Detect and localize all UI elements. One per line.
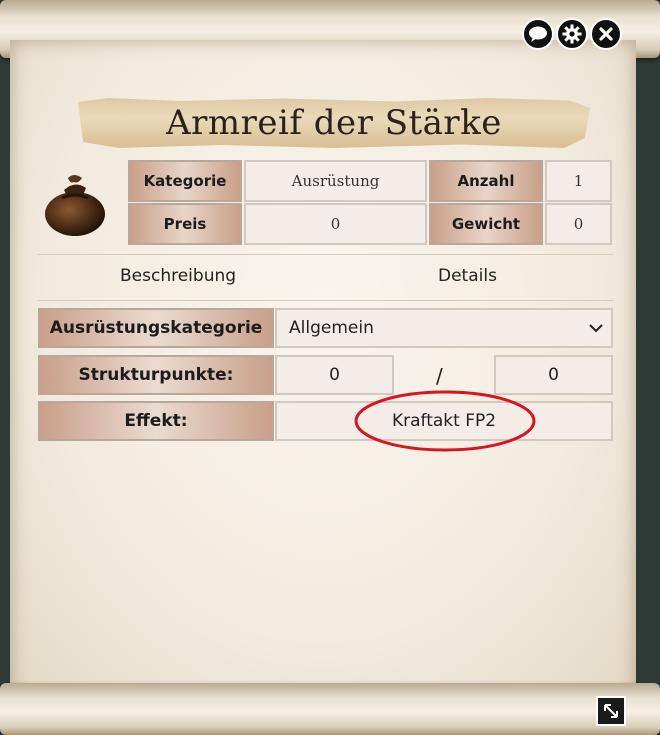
gear-icon (562, 24, 582, 44)
speech-bubble-icon (529, 26, 547, 42)
ausruestungskategorie-select[interactable]: Allgemein (275, 308, 613, 348)
chat-button[interactable] (522, 18, 554, 50)
divider (38, 254, 614, 255)
preis-value[interactable]: 0 (244, 203, 427, 245)
select-value: Allgemein (289, 318, 374, 338)
highlight-ellipse (354, 390, 536, 452)
resize-arrows-icon (604, 704, 618, 718)
anzahl-value[interactable]: 1 (545, 160, 612, 202)
chevron-down-icon (589, 324, 603, 333)
gewicht-value[interactable]: 0 (545, 203, 612, 245)
scroll-bottom-roll (0, 683, 660, 735)
pouch-icon[interactable] (40, 170, 110, 240)
tab-details[interactable]: Details (438, 266, 497, 286)
kategorie-value[interactable]: Ausrüstung (244, 160, 427, 202)
divider (38, 300, 614, 301)
settings-button[interactable] (556, 18, 588, 50)
strukturpunkte-label: Strukturpunkte: (38, 355, 274, 395)
close-button[interactable] (590, 18, 622, 50)
close-icon (599, 27, 613, 41)
tab-beschreibung[interactable]: Beschreibung (120, 266, 236, 286)
title-banner: Armreif der Stärke (78, 98, 590, 148)
resize-handle[interactable] (596, 696, 626, 726)
anzahl-label: Anzahl (429, 160, 543, 202)
ausruestungskategorie-label: Ausrüstungskategorie (38, 308, 274, 348)
strukturpunkte-separator: / (436, 364, 443, 388)
gewicht-label: Gewicht (429, 203, 543, 245)
effekt-label: Effekt: (38, 401, 274, 441)
item-title: Armreif der Stärke (166, 103, 502, 143)
preis-label: Preis (128, 203, 242, 245)
kategorie-label: Kategorie (128, 160, 242, 202)
